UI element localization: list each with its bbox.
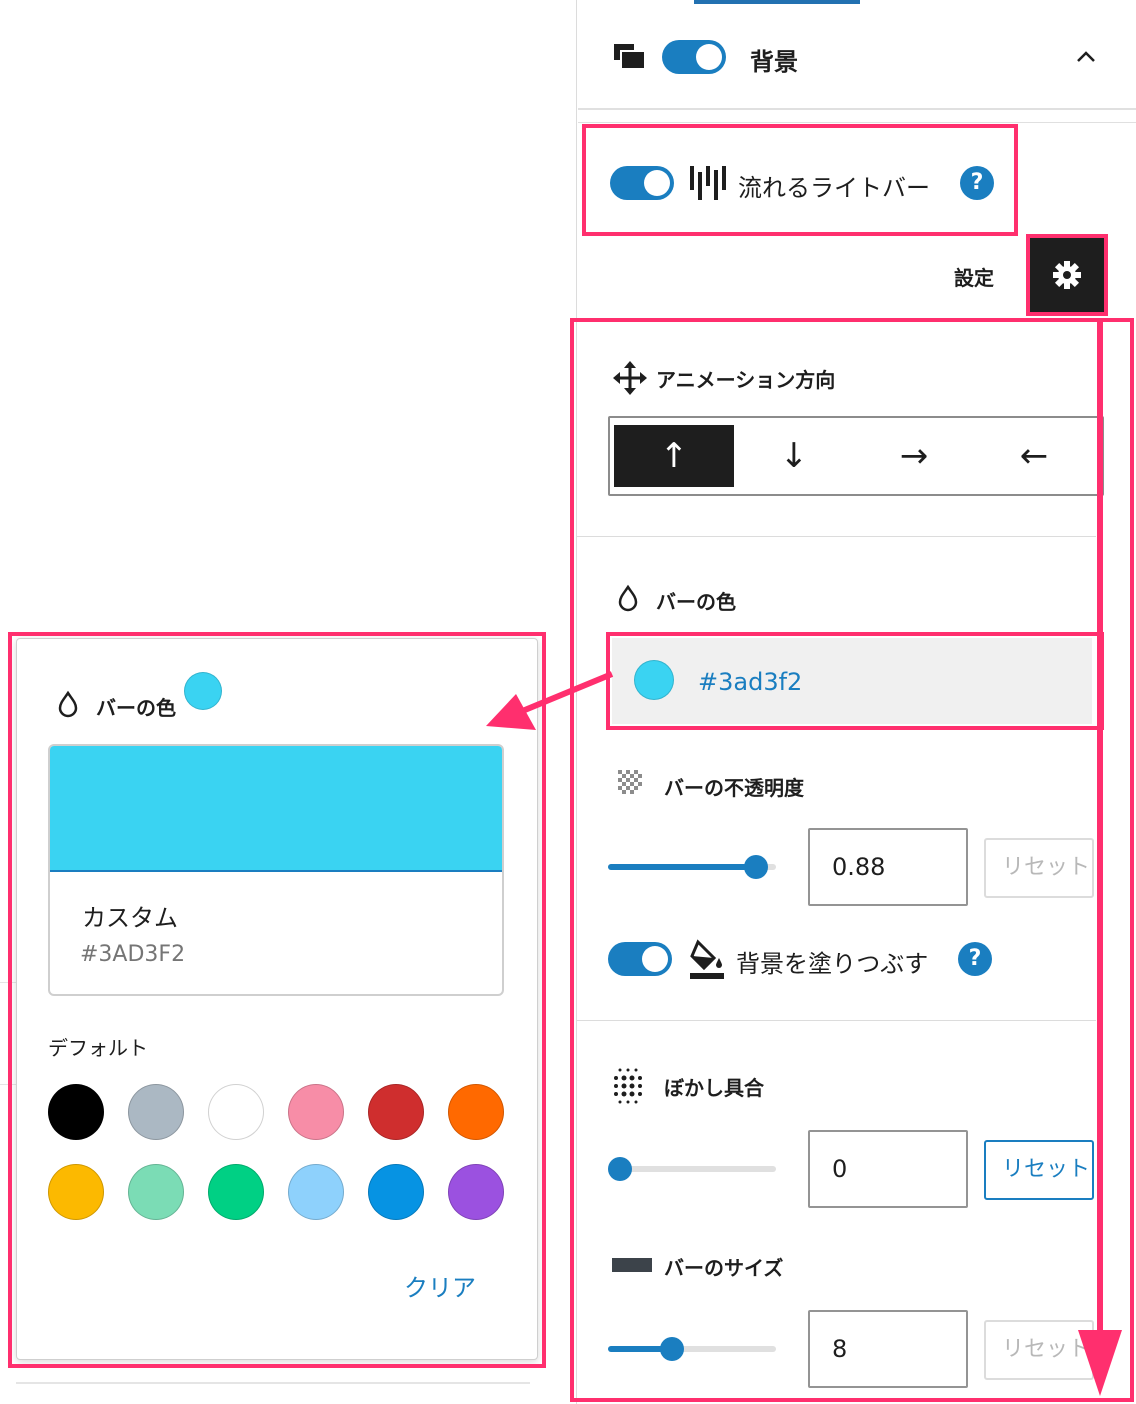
- color-popover-highlight: [8, 632, 546, 1368]
- animation-direction-group: ↑ ↓ → ←: [608, 416, 1104, 496]
- divider: [576, 1020, 1096, 1021]
- fill-background-label: 背景を塗りつぶす: [736, 950, 929, 978]
- background-panel-header[interactable]: 背景: [578, 4, 1136, 108]
- bar-opacity-input[interactable]: 0.88: [808, 828, 968, 906]
- chevron-up-icon[interactable]: [1074, 46, 1098, 70]
- arrow-down-icon: ↓: [779, 436, 809, 476]
- settings-button[interactable]: [1026, 234, 1108, 316]
- bar-rect-icon: [612, 1258, 652, 1272]
- layers-icon: [612, 42, 652, 76]
- bar-size-input[interactable]: 8: [808, 1310, 968, 1388]
- direction-right-button[interactable]: →: [854, 425, 974, 487]
- gear-icon: [1052, 260, 1082, 294]
- slider-thumb[interactable]: [608, 1157, 632, 1181]
- annotation-arrow-down: [1078, 322, 1122, 1396]
- divider: [578, 122, 1136, 123]
- settings-label: 設定: [954, 266, 994, 290]
- direction-down-button[interactable]: ↓: [734, 425, 854, 487]
- animation-direction-label: アニメーション方向: [656, 368, 836, 392]
- blur-dots-icon: [612, 1066, 652, 1110]
- arrow-up-icon: ↑: [659, 436, 689, 476]
- background-toggle[interactable]: [662, 40, 726, 74]
- editor-divider: [16, 1382, 530, 1384]
- fill-background-help-icon[interactable]: ?: [958, 942, 992, 976]
- blur-input[interactable]: 0: [808, 1130, 968, 1208]
- bar-size-label: バーのサイズ: [664, 1256, 784, 1280]
- bar-opacity-slider[interactable]: [608, 855, 776, 879]
- slider-thumb[interactable]: [660, 1337, 684, 1361]
- bar-color-highlight: [606, 632, 1104, 730]
- droplet-icon: [616, 584, 640, 616]
- checker-icon: [618, 770, 642, 798]
- light-bar-highlight: [582, 124, 1018, 236]
- background-panel-title: 背景: [750, 48, 798, 76]
- blur-slider[interactable]: [608, 1157, 776, 1181]
- direction-up-button[interactable]: ↑: [614, 425, 734, 487]
- bar-color-label: バーの色: [656, 590, 736, 614]
- bar-size-slider[interactable]: [608, 1337, 776, 1361]
- divider: [576, 536, 1096, 537]
- slider-thumb[interactable]: [744, 855, 768, 879]
- arrow-right-icon: →: [899, 436, 929, 476]
- paint-bucket-icon: [690, 938, 726, 984]
- bar-opacity-label: バーの不透明度: [664, 776, 804, 800]
- fill-background-toggle[interactable]: [608, 942, 672, 976]
- move-arrows-icon: [612, 360, 648, 400]
- divider: [578, 108, 1136, 110]
- blur-label: ぼかし具合: [664, 1076, 764, 1100]
- annotation-arrow-left: [486, 671, 614, 730]
- arrow-left-icon: ←: [1019, 436, 1049, 476]
